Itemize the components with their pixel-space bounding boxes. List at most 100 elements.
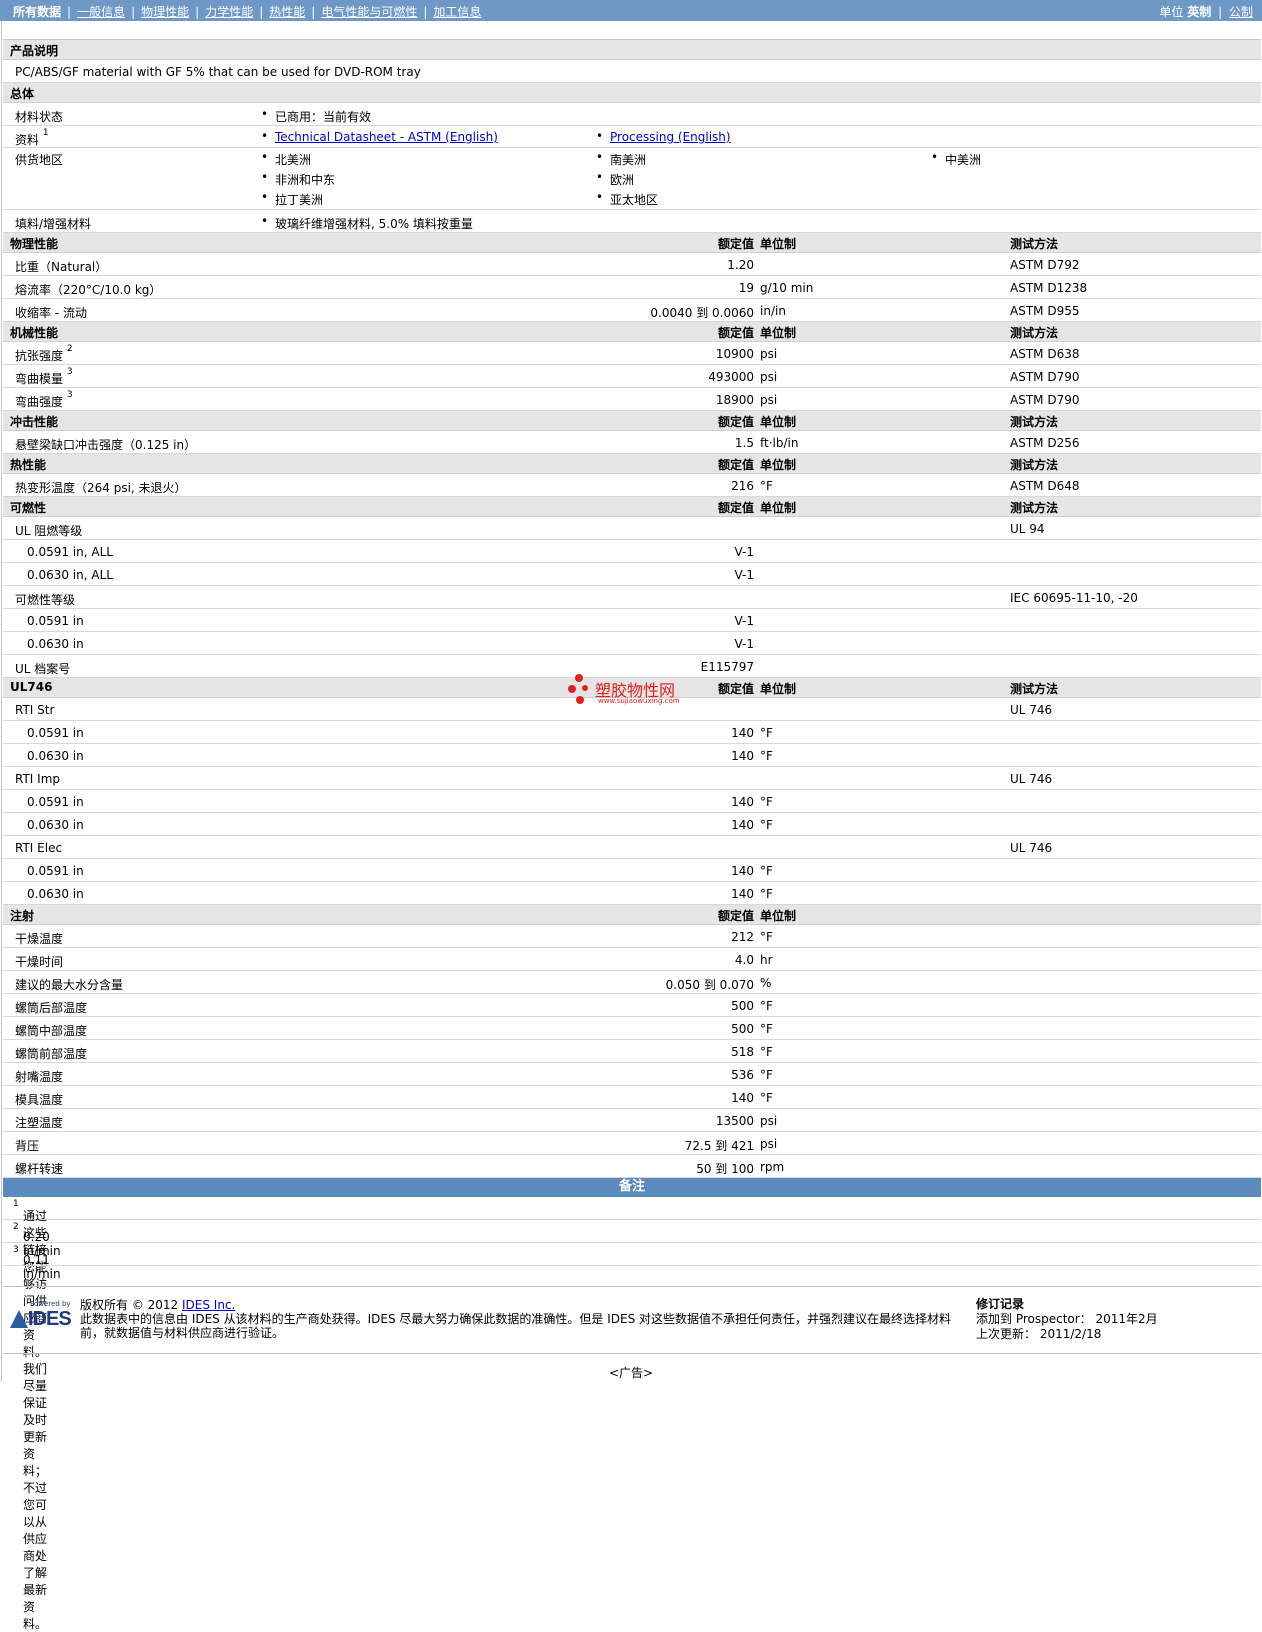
property-unit: hr: [760, 953, 773, 967]
section-title: 注射: [10, 909, 35, 923]
property-name: 0.0630 in: [27, 749, 84, 763]
property-label: UL 阻燃等级: [15, 524, 83, 538]
property-value: 140: [731, 818, 754, 832]
property-label: 0.0591 in: [27, 795, 84, 809]
footer: Powered by IDES 版权所有 © 2012 IDES Inc. 此数…: [3, 1286, 1261, 1354]
nav-link-3[interactable]: 热性能: [269, 5, 305, 19]
property-name: 熔流率（220°C/10.0 kg）: [15, 281, 161, 298]
disclaimer: 此数据表中的信息由 IDES 从该材料的生产商处获得。IDES 尽最大努力确保此…: [80, 1312, 952, 1340]
property-value: 1.20: [727, 258, 754, 272]
doc-link-processing[interactable]: Processing (English): [610, 130, 731, 144]
property-unit: °F: [760, 1045, 773, 1059]
property-method: IEC 60695-11-10, -20: [1010, 591, 1138, 605]
property-label: 0.0591 in: [27, 726, 84, 740]
property-unit: psi: [760, 393, 778, 407]
section-header-physical: 物理性能 额定值 单位制 测试方法: [3, 233, 1261, 253]
watermark-logo-icon: [568, 674, 588, 704]
note-row: 3 0.11 in/min: [3, 1243, 1261, 1281]
property-row: 螺筒后部温度 500 °F: [3, 994, 1261, 1017]
property-value: 72.5 到 421: [684, 1139, 754, 1153]
property-name: 注塑温度: [15, 1114, 63, 1131]
property-row: 悬壁梁缺口冲击强度（0.125 in） 1.5 ft·lb/in ASTM D256: [3, 431, 1261, 454]
general-row-filler: 填料/增强材料 玻璃纤维增强材料, 5.0% 填料按重量: [3, 210, 1261, 233]
property-value: 500: [731, 1022, 754, 1036]
unit-metric-link[interactable]: 公制: [1229, 5, 1253, 19]
property-row: 热变形温度（264 psi, 未退火） 216 °F ASTM D648: [3, 474, 1261, 497]
nav-link-1[interactable]: 物理性能: [141, 5, 189, 19]
property-label: 收缩率 - 流动: [15, 306, 87, 320]
general-row-status: 材料状态 已商用：当前有效: [3, 103, 1261, 126]
header-unit: 单位制: [760, 501, 797, 515]
section-header-mechanical: 机械性能 额定值 单位制 测试方法: [3, 322, 1261, 342]
property-name: 0.0591 in: [27, 614, 84, 628]
company-link[interactable]: IDES Inc.: [182, 1298, 235, 1312]
footer-text: 版权所有 © 2012 IDES Inc. 此数据表中的信息由 IDES 从该材…: [80, 1298, 960, 1340]
header-method: 测试方法: [1010, 458, 1059, 472]
property-unit: ft·lb/in: [760, 436, 799, 450]
property-value: 518: [731, 1045, 754, 1059]
property-label: 螺筒后部温度: [15, 1001, 88, 1015]
property-row: 背压 72.5 到 421 psi: [3, 1132, 1261, 1155]
property-name: 悬壁梁缺口冲击强度（0.125 in）: [15, 436, 196, 453]
property-value: 4.0: [734, 953, 754, 967]
nav-link-5[interactable]: 加工信息: [433, 5, 481, 19]
region-item: 亚太地区: [596, 190, 658, 208]
nav-separator: |: [259, 5, 264, 19]
property-value: 536: [731, 1068, 754, 1082]
property-method: ASTM D256: [1010, 436, 1080, 450]
property-unit: °F: [760, 726, 773, 740]
property-value: 140: [731, 726, 754, 740]
note-row: 1 通过这些链接您能够访问供应商资料。我们尽量保证及时更新资料；不过您可以从供应…: [3, 1197, 1261, 1631]
property-name: UL 阻燃等级: [15, 522, 82, 539]
property-label: 建议的最大水分含量: [15, 978, 124, 992]
footnote-ref: 3: [66, 367, 73, 377]
row-label: 填料/增强材料: [15, 217, 92, 231]
ides-logo-text: IDES: [28, 1308, 72, 1330]
property-method: ASTM D790: [1010, 393, 1080, 407]
property-name: 弯曲模量 3: [15, 367, 73, 387]
nav-all-data[interactable]: 所有数据: [13, 5, 61, 19]
nav-link-4[interactable]: 电气性能与可燃性: [321, 5, 417, 19]
property-name: 螺筒中部温度: [15, 1022, 87, 1039]
property-label: 螺筒中部温度: [15, 1024, 88, 1038]
property-method: UL 746: [1010, 841, 1053, 855]
nav-link-0[interactable]: 一般信息: [77, 5, 125, 19]
property-value: V-1: [734, 614, 754, 628]
copyright: 版权所有 © 2012: [80, 1298, 179, 1312]
property-value: 10900: [715, 347, 754, 361]
property-value: 140: [731, 1091, 754, 1105]
doc-link-datasheet[interactable]: Technical Datasheet - ASTM (English): [275, 130, 498, 144]
property-name: 0.0630 in: [27, 887, 84, 901]
property-label: UL 档案号: [15, 662, 71, 676]
header-value: 额定值: [717, 909, 754, 923]
property-value: 50 到 100: [696, 1162, 754, 1176]
section-header-impact: 冲击性能 额定值 单位制 测试方法: [3, 411, 1261, 431]
property-value: V-1: [734, 545, 754, 559]
property-value: 493000: [708, 370, 754, 384]
property-label: 比重（Natural）: [15, 260, 108, 274]
nav-link-2[interactable]: 力学性能: [205, 5, 253, 19]
property-unit: °F: [760, 795, 773, 809]
property-row: 螺杆转速 50 到 100 rpm: [3, 1155, 1261, 1178]
property-name: 0.0591 in: [27, 726, 84, 740]
property-unit: psi: [760, 1114, 778, 1128]
general-row-regions: 供货地区 北美洲 南美洲 中美洲 非洲和中东 欧洲 拉丁美洲 亚太地区: [3, 148, 1261, 210]
region-item: 欧洲: [596, 170, 634, 188]
property-unit: °F: [760, 1022, 773, 1036]
powered-by: Powered by: [30, 1300, 71, 1308]
property-unit: psi: [760, 347, 778, 361]
section-header-flammability: 可燃性 额定值 单位制 测试方法: [3, 497, 1261, 517]
property-method: ASTM D790: [1010, 370, 1080, 384]
property-row: 0.0591 in 140 °F: [3, 859, 1261, 882]
nav-separator: |: [67, 5, 72, 19]
note-text: 2 0.20 in/min: [13, 1222, 61, 1258]
property-row: 0.0630 in V-1: [3, 632, 1261, 655]
property-value: 13500: [715, 1114, 754, 1128]
general-row-docs: 资料 1 Technical Datasheet - ASTM (English…: [3, 126, 1261, 148]
property-value: 216: [731, 479, 754, 493]
property-row: 比重（Natural） 1.20 ASTM D792: [3, 253, 1261, 276]
property-method: UL 94: [1010, 522, 1045, 536]
property-row: 模具温度 140 °F: [3, 1086, 1261, 1109]
property-row: 0.0630 in 140 °F: [3, 813, 1261, 836]
property-row: 0.0591 in V-1: [3, 609, 1261, 632]
